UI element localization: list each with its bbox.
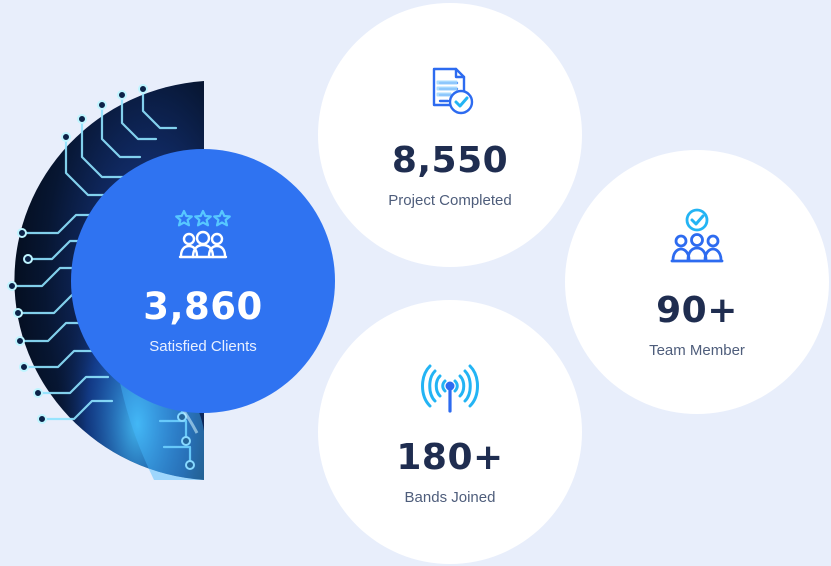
bands-joined-label: Bands Joined <box>404 488 496 506</box>
stats-section: 3,860 Satisfied Clients 8,550 Project Co… <box>0 0 831 566</box>
project-completed-card: 8,550 Project Completed <box>318 3 582 267</box>
project-completed-label: Project Completed <box>388 191 512 209</box>
team-member-card: 90+ Team Member <box>565 150 829 414</box>
satisfied-clients-label: Satisfied Clients <box>149 338 257 355</box>
signal-tower-icon <box>421 364 479 413</box>
team-member-value: 90+ <box>656 289 738 331</box>
team-member-label: Team Member <box>649 341 745 359</box>
team-member-icon-wrap <box>667 207 727 269</box>
bands-joined-card: 180+ Bands Joined <box>318 300 582 564</box>
satisfied-clients-value: 3,860 <box>143 285 263 328</box>
team-check-icon <box>670 208 724 262</box>
project-completed-icon-wrap <box>422 63 478 119</box>
project-completed-value: 8,550 <box>391 139 509 181</box>
users-rating-icon <box>175 209 231 259</box>
bands-joined-icon-wrap <box>417 360 483 416</box>
satisfied-clients-icon-wrap <box>174 208 232 264</box>
satisfied-clients-card: 3,860 Satisfied Clients <box>71 149 335 413</box>
bands-joined-value: 180+ <box>396 436 504 478</box>
project-check-icon <box>432 67 474 114</box>
